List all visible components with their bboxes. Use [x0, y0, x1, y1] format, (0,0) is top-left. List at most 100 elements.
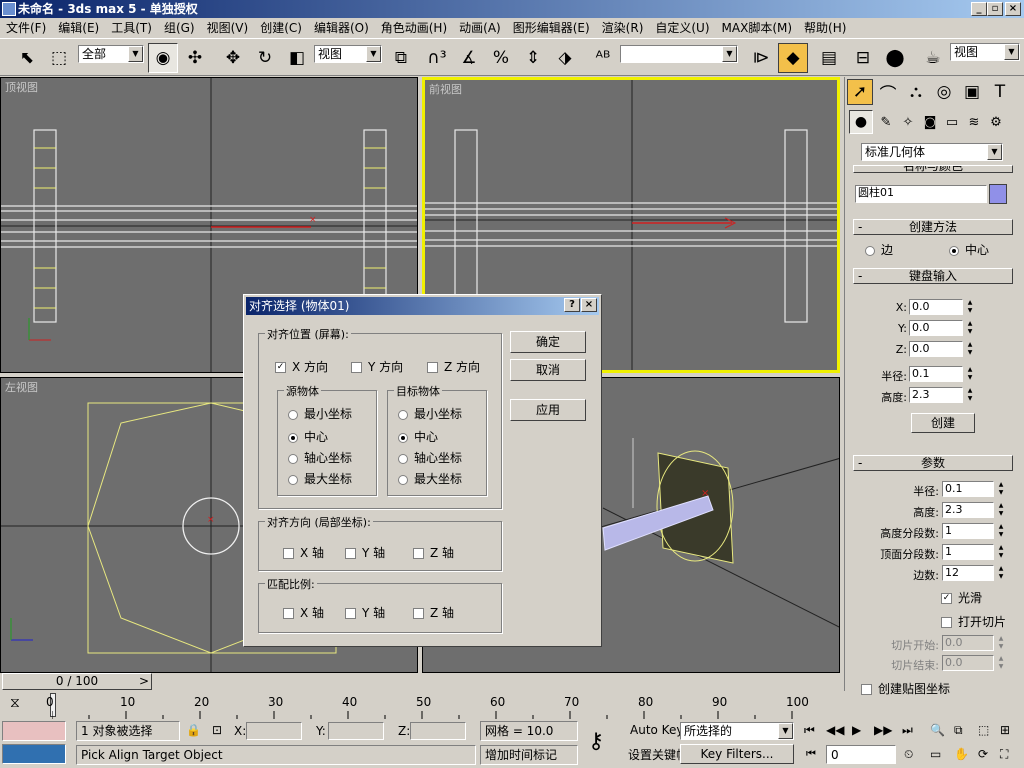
maxscript-listener-top[interactable] — [2, 721, 66, 741]
schematic-view-icon[interactable]: ⊟ — [848, 43, 878, 73]
param-radius-spinner[interactable]: ▲ ▼ — [996, 481, 1006, 497]
parameters-rollout[interactable]: - 参数 — [853, 455, 1013, 471]
menu-tools[interactable]: 工具(T) — [105, 18, 158, 38]
kb-z-field[interactable]: 0.0 — [909, 341, 963, 357]
target-pivot-radio[interactable]: 轴心坐标 — [398, 449, 462, 466]
kb-radius-field[interactable]: 0.1 — [909, 366, 963, 382]
slice-from-spinner[interactable]: ▲ ▼ — [996, 635, 1006, 651]
source-maximum-radio[interactable]: 最大坐标 — [288, 470, 352, 487]
shapes-icon[interactable]: ✎ — [875, 110, 897, 134]
param-height-spinner[interactable]: ▲ ▼ — [996, 502, 1006, 518]
param-cseg-spinner[interactable]: ▲ ▼ — [996, 544, 1006, 560]
key-mode-dropdown[interactable]: 所选择的 ▼ — [680, 722, 794, 740]
menu-file[interactable]: 文件(F) — [0, 18, 52, 38]
param-sides-field[interactable]: 12 — [942, 565, 994, 581]
select-object-icon[interactable]: ⬉ — [12, 43, 42, 73]
track-view-icon[interactable]: ▤ — [814, 43, 844, 73]
kb-radius-spinner[interactable]: ▲ ▼ — [965, 366, 975, 382]
menu-help[interactable]: 帮助(H) — [798, 18, 852, 38]
arc-rotate-icon[interactable]: ⟳ — [978, 747, 988, 761]
kb-y-spinner[interactable]: ▲ ▼ — [965, 320, 975, 336]
param-sides-spinner[interactable]: ▲ ▼ — [996, 565, 1006, 581]
select-link-icon[interactable]: ✣ — [180, 43, 210, 73]
minimize-button[interactable]: _ — [971, 2, 987, 16]
play-icon[interactable]: ▶ — [852, 723, 861, 737]
menu-animation[interactable]: 动画(A) — [453, 18, 507, 38]
scale-z-checkbox[interactable]: Z 轴 — [413, 604, 454, 621]
menu-create[interactable]: 创建(C) — [254, 18, 308, 38]
display-tab-icon[interactable]: ▣ — [959, 79, 985, 105]
object-color-swatch[interactable] — [989, 184, 1007, 204]
spinner-snap-icon[interactable]: ⇕ — [518, 43, 548, 73]
menu-graph-editors[interactable]: 图形编辑器(E) — [507, 18, 596, 38]
z-position-checkbox[interactable]: Z 方向 — [427, 358, 480, 375]
zoom-extents-icon[interactable]: ⬚ — [978, 723, 989, 737]
motion-tab-icon[interactable]: ◎ — [931, 79, 957, 105]
category-dropdown[interactable]: 标准几何体 ▼ — [861, 143, 1003, 161]
menu-edit[interactable]: 编辑(E) — [52, 18, 105, 38]
dialog-help-button[interactable]: ? — [564, 298, 580, 312]
param-height-field[interactable]: 2.3 — [942, 502, 994, 518]
percent-snap-icon[interactable]: % — [486, 43, 516, 73]
param-hseg-field[interactable]: 1 — [942, 523, 994, 539]
kb-x-field[interactable]: 0.0 — [909, 299, 963, 315]
key-icon[interactable]: ⚷ — [588, 729, 604, 754]
auto-key-button[interactable]: Auto Key — [630, 723, 683, 737]
param-hseg-spinner[interactable]: ▲ ▼ — [996, 523, 1006, 539]
space-warps-icon[interactable]: ≋ — [963, 110, 985, 134]
dialog-close-button[interactable]: × — [581, 298, 597, 312]
create-button[interactable]: 创建 — [911, 413, 975, 433]
radio-edge[interactable]: 边 — [865, 241, 893, 258]
go-to-end-icon[interactable]: ⏭ — [902, 723, 913, 738]
kb-height-field[interactable]: 2.3 — [909, 387, 963, 403]
maximize-viewport-icon[interactable]: ⛶ — [1000, 747, 1008, 762]
param-radius-field[interactable]: 0.1 — [942, 481, 994, 497]
absolute-mode-icon[interactable]: ⊡ — [212, 723, 222, 737]
key-filters-button[interactable]: Key Filters... — [680, 744, 794, 764]
cameras-icon[interactable]: ◙ — [919, 110, 941, 134]
source-pivot-radio[interactable]: 轴心坐标 — [288, 449, 352, 466]
slice-to-field[interactable]: 0.0 — [942, 655, 994, 671]
object-name-field[interactable]: 圆柱01 — [855, 185, 987, 203]
selection-filter-dropdown[interactable]: 全部 ▼ — [78, 45, 144, 63]
kb-y-field[interactable]: 0.0 — [909, 320, 963, 336]
ok-button[interactable]: 确定 — [510, 331, 586, 353]
named-selection-dropdown[interactable]: ▼ — [620, 45, 738, 63]
render-type-dropdown[interactable]: 视图 ▼ — [950, 43, 1020, 61]
mirror-icon[interactable]: ⧐ — [746, 43, 776, 73]
region-select-icon[interactable]: ⬚ — [44, 43, 74, 73]
geometry-icon[interactable]: ● — [849, 110, 873, 134]
smooth-checkbox[interactable]: ✓ 光滑 — [941, 589, 982, 606]
name-color-rollout[interactable]: 名称与颜色 — [853, 165, 1013, 173]
set-key-button[interactable]: 设置关键帧 — [628, 746, 688, 763]
x-coord-field[interactable] — [246, 722, 302, 740]
utilities-tab-icon[interactable]: T — [987, 79, 1013, 105]
next-frame-button-icon[interactable]: ▶▶ — [874, 723, 892, 737]
kb-height-spinner[interactable]: ▲ ▼ — [965, 387, 975, 403]
apply-button[interactable]: 应用 — [510, 399, 586, 421]
menu-modifiers[interactable]: 编辑器(O) — [308, 18, 375, 38]
align-icon[interactable]: ◆ — [778, 43, 808, 73]
kb-x-spinner[interactable]: ▲ ▼ — [965, 299, 975, 315]
z-coord-field[interactable] — [410, 722, 466, 740]
reference-coordinate-dropdown[interactable]: 视图 ▼ — [314, 45, 382, 63]
rotate-icon[interactable]: ↻ — [250, 43, 280, 73]
param-cseg-field[interactable]: 1 — [942, 544, 994, 560]
menu-customize[interactable]: 自定义(U) — [649, 18, 715, 38]
kb-z-spinner[interactable]: ▲ ▼ — [965, 341, 975, 357]
key-mode-toggle-icon[interactable]: ⏮ — [806, 747, 816, 761]
render-scene-icon[interactable]: ☕ — [918, 43, 948, 73]
x-position-checkbox[interactable]: ✓ X 方向 — [275, 358, 328, 375]
lock-selection-icon[interactable]: 🔒 — [186, 723, 201, 737]
named-selection-edit-icon[interactable]: ᴬᴮ — [588, 43, 618, 73]
orient-z-checkbox[interactable]: Z 轴 — [413, 544, 454, 561]
close-button[interactable]: × — [1005, 2, 1021, 16]
orient-x-checkbox[interactable]: X 轴 — [283, 544, 324, 561]
target-minimum-radio[interactable]: 最小坐标 — [398, 405, 462, 422]
select-by-name-icon[interactable]: ◉ — [148, 43, 178, 73]
cancel-button[interactable]: 取消 — [510, 359, 586, 381]
zoom-all-icon[interactable]: ⧉ — [954, 723, 963, 738]
pivot-center-icon[interactable]: ⧉ — [386, 43, 416, 73]
y-position-checkbox[interactable]: Y 方向 — [351, 358, 403, 375]
y-coord-field[interactable] — [328, 722, 384, 740]
